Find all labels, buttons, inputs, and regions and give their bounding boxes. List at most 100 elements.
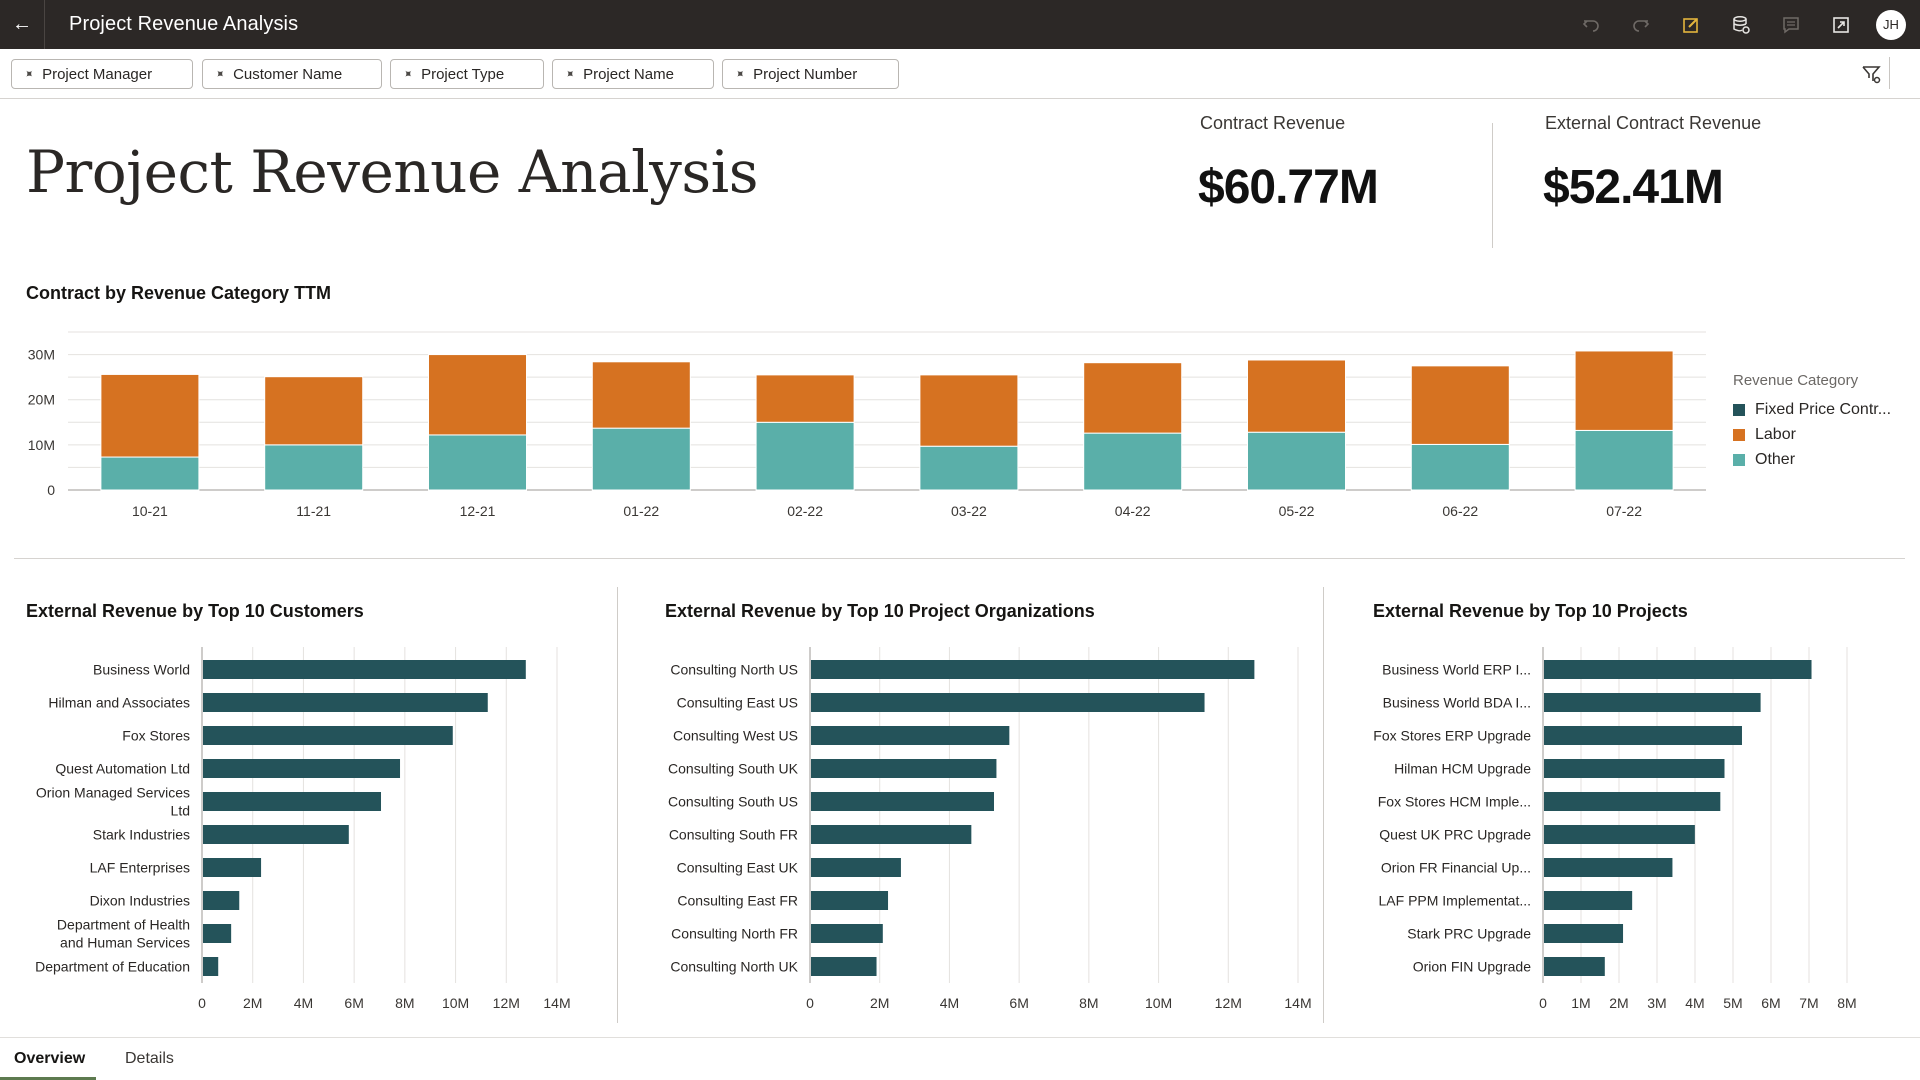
x-tick-label: 12M	[493, 995, 520, 1011]
x-tick-label: 7M	[1799, 995, 1818, 1011]
chart-legend: Revenue Category Fixed Price Contr... La…	[1733, 372, 1891, 472]
category-label: Consulting South US	[668, 794, 798, 810]
x-tick-label: 10M	[1145, 995, 1172, 1011]
bar	[1544, 792, 1721, 811]
bar	[1544, 858, 1673, 877]
x-tick-label: 0	[198, 995, 206, 1011]
user-avatar[interactable]: JH	[1876, 9, 1906, 40]
kpi-contract-revenue-value: $60.77M	[1198, 161, 1379, 214]
bar	[811, 924, 883, 943]
x-tick-label: 11-21	[296, 503, 331, 519]
legend-item-fixed-price[interactable]: Fixed Price Contr...	[1733, 397, 1891, 422]
bar	[811, 891, 889, 910]
category-label: Consulting East UK	[677, 860, 799, 876]
category-label: Consulting East FR	[677, 893, 798, 909]
x-tick-label: 3M	[1647, 995, 1666, 1011]
legend-swatch	[1733, 453, 1745, 466]
legend-label: Fixed Price Contr...	[1755, 400, 1892, 418]
y-tick-label: 30M	[28, 347, 55, 363]
comment-icon	[1783, 16, 1799, 33]
filter-settings-icon[interactable]	[1859, 61, 1885, 87]
page-title: Project Revenue Analysis	[26, 138, 758, 206]
filter-chip-label: Project Type	[421, 65, 505, 83]
x-tick-label: 8M	[1837, 995, 1856, 1011]
x-tick-label: 02-22	[787, 503, 823, 519]
category-label: and Human Services	[60, 935, 190, 951]
bar	[1544, 924, 1624, 943]
category-label: LAF PPM Implementat...	[1379, 893, 1532, 909]
x-tick-label: 10-21	[132, 503, 168, 519]
bar-segment-labor	[755, 374, 855, 423]
redo-button[interactable]	[1616, 0, 1666, 49]
header-toolbar: JH	[1566, 0, 1920, 49]
app-title: Project Revenue Analysis	[69, 13, 299, 35]
top-customers-bar-chart: 0 2M 4M 6M 8M 10M 12M 14M Business World Hilman a…	[35, 647, 571, 1011]
category-label: Fox Stores	[122, 728, 190, 744]
edit-button[interactable]	[1666, 0, 1716, 49]
tab-details[interactable]: Details	[125, 1050, 174, 1068]
category-label: Business World	[93, 662, 190, 678]
x-tick-label: 03-22	[951, 503, 987, 519]
x-tick-label: 06-22	[1442, 503, 1478, 519]
bar-segment-other	[428, 434, 527, 491]
x-tick-label: 12M	[1215, 995, 1242, 1011]
filter-chip-project-type[interactable]: ✦ Project Type	[390, 59, 544, 89]
category-label: Department of Health	[57, 917, 190, 933]
filter-chip-project-name[interactable]: ✦ Project Name	[552, 59, 714, 89]
present-button[interactable]	[1816, 0, 1866, 49]
legend-swatch	[1733, 428, 1745, 441]
x-tick-label: 1M	[1571, 995, 1590, 1011]
bar	[811, 858, 901, 877]
category-label: Quest UK PRC Upgrade	[1379, 827, 1531, 843]
arrow-left-icon: ←	[12, 13, 32, 35]
x-tick-label: 4M	[940, 995, 959, 1011]
x-tick-label: 01-22	[623, 503, 659, 519]
bar	[203, 660, 526, 679]
category-label: Consulting North FR	[671, 926, 798, 942]
x-tick-label: 0	[1539, 995, 1547, 1011]
category-label: Consulting East US	[677, 695, 798, 711]
bar	[1544, 726, 1742, 745]
pin-icon: ✦	[399, 65, 417, 83]
chart-title-top-projects: External Revenue by Top 10 Projects	[1373, 601, 1688, 621]
kpi-separator	[1492, 123, 1493, 248]
bar	[811, 792, 994, 811]
bar-segment-other	[1083, 432, 1183, 491]
filter-chip-label: Project Manager	[42, 65, 153, 83]
legend-title: Revenue Category	[1733, 372, 1859, 389]
top-project-orgs-bar-chart: 0 2M 4M 6M 8M 10M 12M 14M Consulting North US Con…	[668, 647, 1312, 1011]
chart-title-top-customers: External Revenue by Top 10 Customers	[26, 601, 364, 621]
undo-button[interactable]	[1566, 0, 1616, 49]
x-tick-label: 6M	[344, 995, 363, 1011]
x-tick-label: 4M	[1685, 995, 1704, 1011]
bar	[203, 825, 349, 844]
bar-segment-labor	[1574, 350, 1674, 431]
category-label: Fox Stores ERP Upgrade	[1373, 728, 1531, 744]
bar-segment-labor	[591, 361, 691, 429]
kpi-external-contract-revenue-label: External Contract Revenue	[1545, 113, 1762, 133]
x-tick-label: 05-22	[1279, 503, 1315, 519]
chart-title-revenue-category: Contract by Revenue Category TTM	[26, 283, 332, 303]
x-tick-label: 8M	[1079, 995, 1098, 1011]
x-tick-label: 2M	[243, 995, 262, 1011]
filter-bar-separator	[1889, 57, 1890, 89]
legend-item-labor[interactable]: Labor	[1733, 422, 1891, 447]
x-tick-label: 4M	[294, 995, 313, 1011]
tab-overview[interactable]: Overview	[14, 1050, 85, 1068]
pin-icon: ✦	[20, 65, 38, 83]
category-label: Consulting North UK	[670, 959, 798, 975]
back-button[interactable]: ←	[0, 0, 45, 49]
bar	[203, 858, 262, 877]
filter-chip-project-manager[interactable]: ✦ Project Manager	[11, 59, 193, 89]
filter-chip-project-number[interactable]: ✦ Project Number	[722, 59, 899, 89]
bar	[203, 957, 219, 976]
legend-item-other[interactable]: Other	[1733, 447, 1891, 472]
comments-button[interactable]	[1766, 0, 1816, 49]
pin-icon: ✦	[211, 65, 229, 83]
y-tick-label: 20M	[28, 392, 55, 408]
bar	[1544, 660, 1812, 679]
filter-chip-customer-name[interactable]: ✦ Customer Name	[202, 59, 382, 89]
redo-icon	[1633, 19, 1650, 32]
data-refresh-button[interactable]	[1716, 0, 1766, 49]
expand-icon	[1833, 16, 1849, 33]
